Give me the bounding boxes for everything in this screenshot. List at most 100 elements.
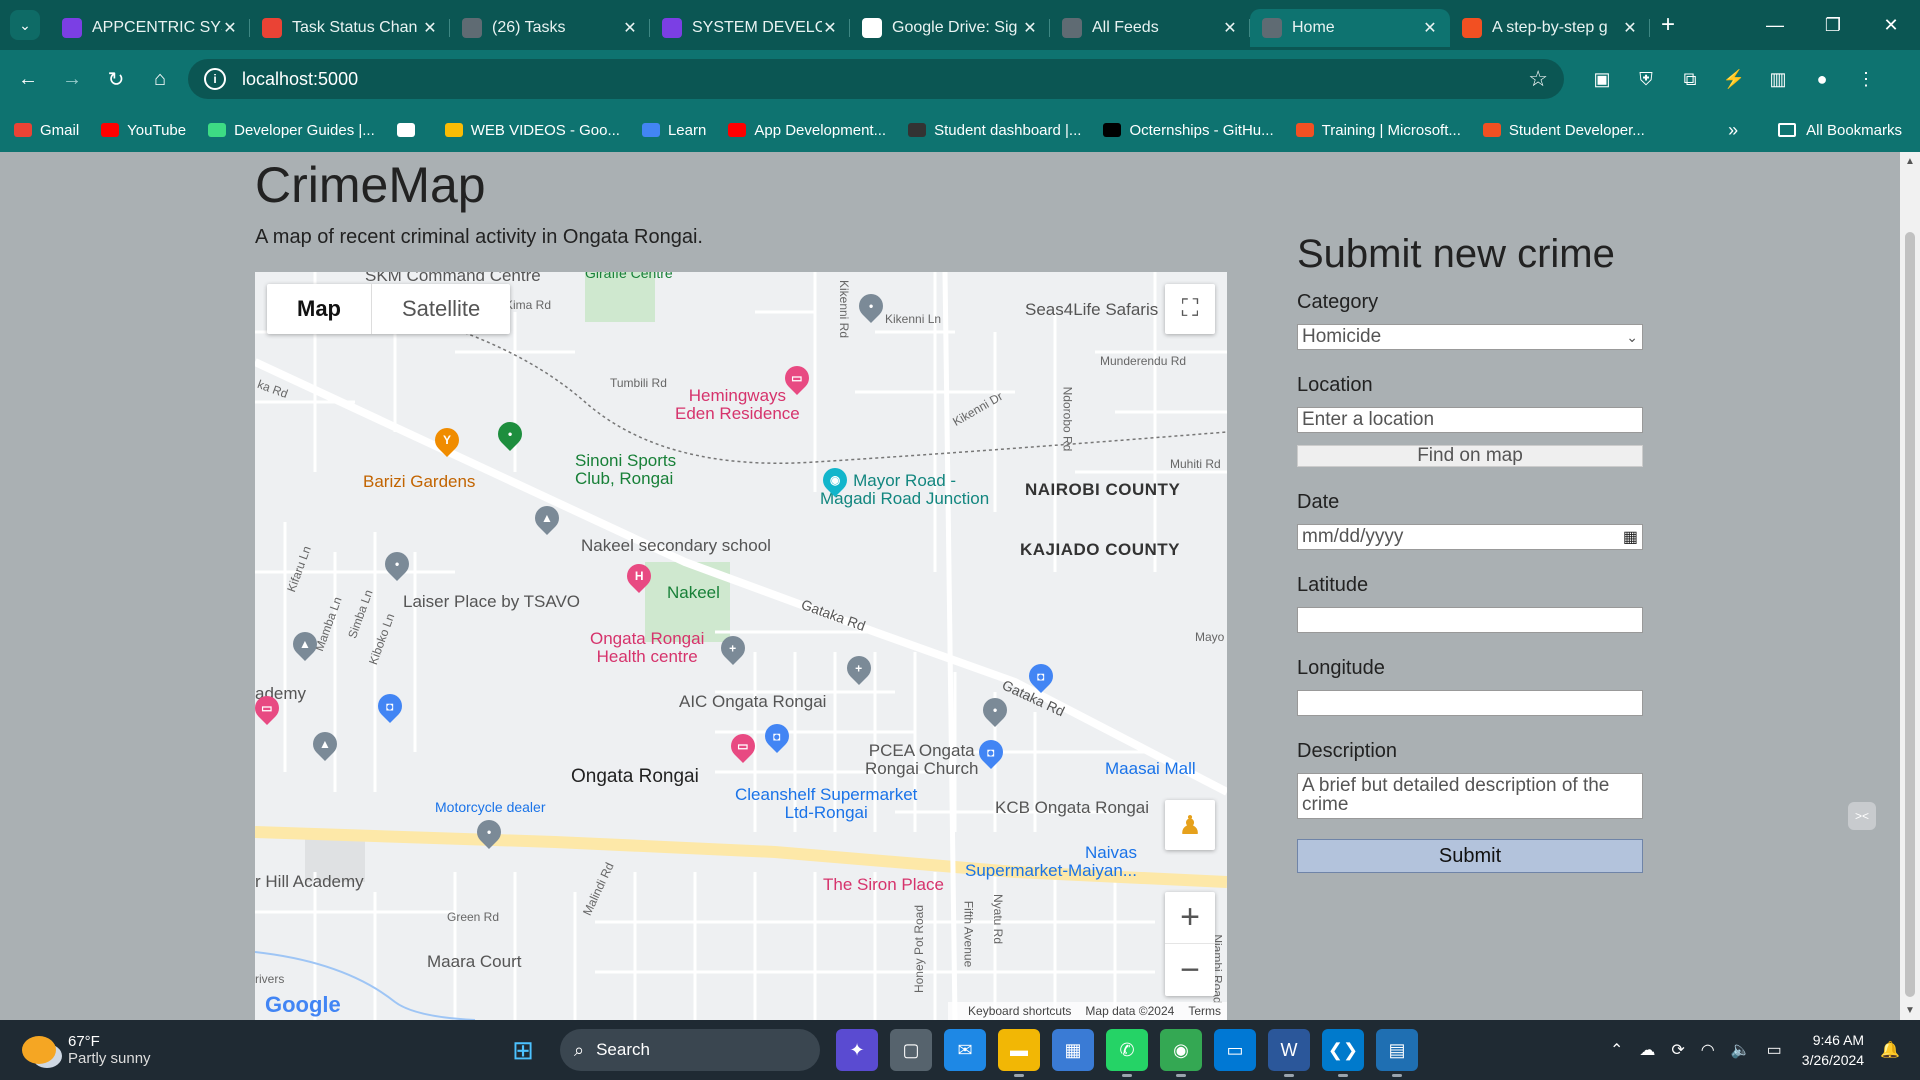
home-icon[interactable]: ⌂: [138, 68, 182, 91]
menu-icon[interactable]: ⋮: [1844, 69, 1888, 90]
close-tab-icon[interactable]: ✕: [422, 18, 438, 38]
bookmark-item[interactable]: Learn: [641, 122, 706, 139]
keyboard-shortcuts-link[interactable]: Keyboard shortcuts: [968, 1004, 1071, 1018]
sync-icon[interactable]: ⟳: [1671, 1040, 1684, 1060]
performance-icon[interactable]: ⚡: [1712, 69, 1756, 90]
address-bar[interactable]: i localhost:5000 ☆: [188, 59, 1564, 99]
store-icon[interactable]: ▦: [1052, 1029, 1094, 1071]
bookmark-item[interactable]: [396, 122, 423, 139]
battery-icon[interactable]: ▭: [1767, 1040, 1782, 1060]
bookmark-item[interactable]: Training | Microsoft...: [1295, 122, 1461, 139]
submit-button[interactable]: Submit: [1297, 839, 1643, 873]
description-textarea[interactable]: A brief but detailed description of the …: [1297, 773, 1643, 819]
fullscreen-icon[interactable]: ⛶: [1165, 284, 1215, 334]
vscode-icon[interactable]: ❮❯: [1322, 1029, 1364, 1077]
close-tab-icon[interactable]: ✕: [822, 18, 838, 38]
ublock-icon[interactable]: ⛨: [1624, 69, 1668, 90]
crime-map[interactable]: SKM Command Centre Giraffe Centre Kima R…: [255, 272, 1227, 1020]
bookmark-item[interactable]: Gmail: [14, 122, 79, 139]
puzzle-icon[interactable]: ⧉: [1668, 69, 1712, 90]
more-bookmarks-icon[interactable]: »: [1728, 120, 1738, 141]
tab-search-icon[interactable]: ⌄: [10, 10, 40, 40]
clock-date: 3/26/2024: [1801, 1052, 1865, 1068]
longitude-input[interactable]: [1297, 690, 1643, 716]
date-input[interactable]: mm/dd/yyyy ▦: [1297, 524, 1643, 550]
taskbar-search[interactable]: ⌕ Search: [560, 1029, 820, 1071]
map-label: Maara Court: [427, 952, 522, 971]
volume-icon[interactable]: 🔈: [1731, 1040, 1751, 1060]
copilot-icon[interactable]: ✦: [836, 1029, 878, 1071]
browser-tab[interactable]: A step-by-step g ✕: [1450, 9, 1650, 47]
map-data-text: Map data ©2024: [1085, 1004, 1175, 1018]
side-panel-icon[interactable]: ▥: [1756, 69, 1800, 90]
restore-icon[interactable]: ❐: [1804, 15, 1862, 36]
scroll-up-icon[interactable]: ▲: [1900, 156, 1920, 167]
bookmark-item[interactable]: YouTube: [101, 122, 186, 139]
close-tab-icon[interactable]: ✕: [1222, 18, 1238, 38]
close-tab-icon[interactable]: ✕: [1622, 18, 1638, 38]
browser-tab[interactable]: Home ✕: [1250, 9, 1450, 47]
notification-bell-icon[interactable]: 🔔: [1880, 1040, 1900, 1060]
minimize-icon[interactable]: —: [1746, 15, 1804, 36]
bookmark-item[interactable]: Octernships - GitHu...: [1103, 122, 1274, 139]
bookmark-item[interactable]: App Development...: [728, 122, 886, 139]
latitude-input[interactable]: [1297, 607, 1643, 633]
street-view-pegman-icon[interactable]: ♟: [1165, 800, 1215, 850]
scrollbar-thumb[interactable]: [1905, 232, 1915, 997]
wifi-icon[interactable]: ◠: [1701, 1040, 1715, 1060]
window-controls: — ❐ ✕: [1746, 15, 1920, 36]
calendar-icon[interactable]: ▦: [1623, 527, 1638, 547]
location-input[interactable]: Enter a location: [1297, 407, 1643, 433]
reload-icon[interactable]: ↻: [94, 67, 138, 92]
description-label: Description: [1297, 740, 1398, 762]
extension-icon[interactable]: ▣: [1580, 69, 1624, 90]
bookmark-item[interactable]: Student Developer...: [1482, 122, 1645, 139]
bookmark-star-icon[interactable]: ☆: [1528, 66, 1548, 92]
back-icon[interactable]: ←: [6, 68, 50, 91]
browser-tab[interactable]: SYSTEM DEVELO ✕: [650, 9, 850, 47]
close-tab-icon[interactable]: ✕: [1422, 18, 1438, 38]
whatsapp-icon[interactable]: ✆: [1106, 1029, 1148, 1077]
close-tab-icon[interactable]: ✕: [622, 18, 638, 38]
task-view-icon[interactable]: ▢: [890, 1029, 932, 1071]
close-window-icon[interactable]: ✕: [1862, 15, 1920, 36]
bookmark-favicon-icon: [101, 123, 120, 137]
bookmark-item[interactable]: WEB VIDEOS - Goo...: [444, 122, 620, 139]
scroll-down-icon[interactable]: ▼: [1900, 1005, 1920, 1016]
bookmark-item[interactable]: Developer Guides |...: [208, 122, 375, 139]
mail-icon[interactable]: ✉: [944, 1029, 986, 1071]
browser-tab[interactable]: (26) Tasks ✕: [450, 9, 650, 47]
close-tab-icon[interactable]: ✕: [222, 18, 238, 38]
profile-avatar[interactable]: ●: [1800, 69, 1844, 90]
weather-widget[interactable]: 67°F Partly sunny: [22, 1033, 222, 1067]
page-scrollbar[interactable]: ▲ ▼: [1900, 152, 1920, 1020]
windows-start-icon[interactable]: ⊞: [502, 1029, 544, 1071]
category-select[interactable]: Homicide ⌄: [1297, 324, 1643, 350]
browser-tab[interactable]: Task Status Chan ✕: [250, 9, 450, 47]
file-explorer-icon[interactable]: ▬: [998, 1029, 1040, 1077]
terms-link[interactable]: Terms: [1188, 1004, 1221, 1018]
new-tab-button[interactable]: +: [1650, 11, 1686, 39]
site-info-icon[interactable]: i: [204, 68, 226, 90]
browser-tab[interactable]: APPCENTRIC SYS ✕: [50, 9, 250, 47]
find-on-map-button[interactable]: Find on map: [1297, 445, 1643, 467]
bookmark-item[interactable]: Student dashboard |...: [908, 122, 1081, 139]
chevron-up-icon[interactable]: ⌃: [1610, 1040, 1623, 1060]
close-tab-icon[interactable]: ✕: [1022, 18, 1038, 38]
zoom-out-icon[interactable]: −: [1165, 944, 1215, 996]
zoom-in-icon[interactable]: +: [1165, 892, 1215, 944]
map-type-map-button[interactable]: Map: [267, 284, 372, 334]
terminal-app-icon[interactable]: ▤: [1376, 1029, 1418, 1077]
clock[interactable]: 9:46 AM 3/26/2024: [1802, 1030, 1864, 1070]
all-bookmarks-link[interactable]: All Bookmarks: [1806, 122, 1902, 139]
browser-tab[interactable]: Google Drive: Sig ✕: [850, 9, 1050, 47]
onedrive-icon[interactable]: ☁: [1639, 1040, 1655, 1060]
map-type-satellite-button[interactable]: Satellite: [372, 284, 510, 334]
page-title: CrimeMap: [255, 157, 486, 213]
side-widget-icon[interactable]: ><: [1848, 802, 1876, 830]
word-icon[interactable]: W: [1268, 1029, 1310, 1077]
monitor-app-icon[interactable]: ▭: [1214, 1029, 1256, 1071]
forward-icon[interactable]: →: [50, 68, 94, 91]
browser-tab[interactable]: All Feeds ✕: [1050, 9, 1250, 47]
chrome-icon[interactable]: ◉: [1160, 1029, 1202, 1077]
